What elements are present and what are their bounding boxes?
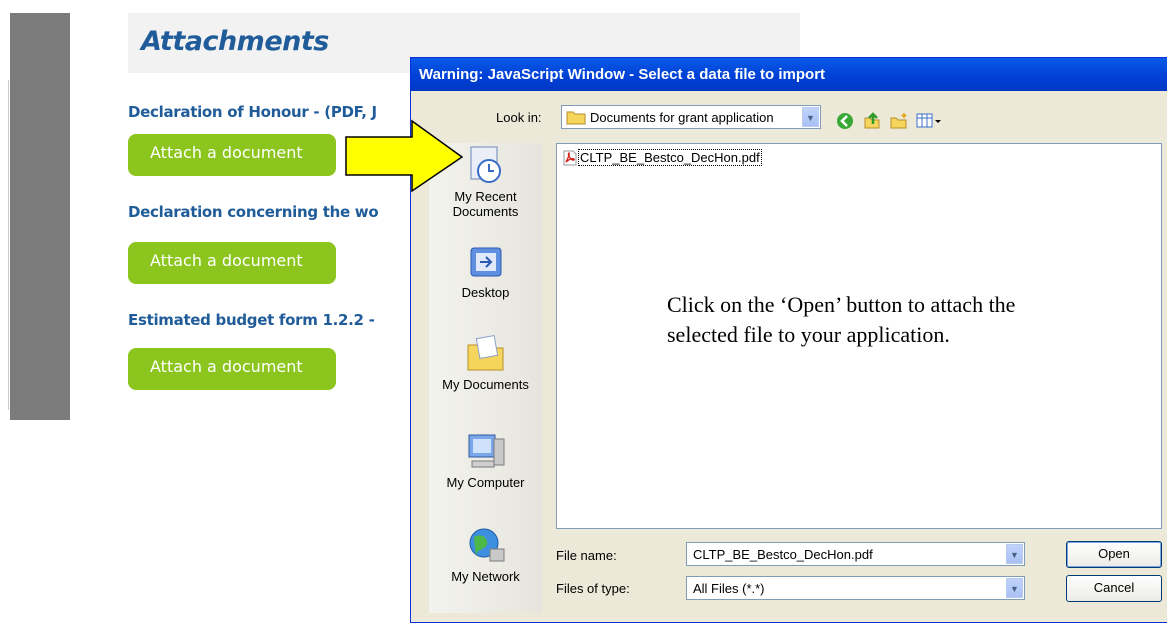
- file-type-value: All Files (*.*): [693, 581, 765, 596]
- open-button[interactable]: Open: [1066, 541, 1162, 568]
- chevron-down-icon[interactable]: ▼: [1006, 544, 1023, 564]
- place-label: My Documents: [442, 377, 529, 392]
- views-menu-icon[interactable]: [916, 112, 942, 130]
- cancel-button[interactable]: Cancel: [1066, 575, 1162, 602]
- attach-document-button-2[interactable]: Attach a document: [128, 242, 336, 284]
- up-folder-icon[interactable]: [863, 112, 881, 130]
- file-name-input[interactable]: CLTP_BE_Bestco_DecHon.pdf ▼: [686, 542, 1025, 566]
- file-type-label: Files of type:: [556, 581, 630, 596]
- place-my-computer[interactable]: My Computer: [429, 429, 542, 490]
- place-desktop[interactable]: Desktop: [429, 243, 542, 300]
- dialog-titlebar[interactable]: Warning: JavaScript Window - Select a da…: [411, 58, 1167, 91]
- pointer-arrow-annotation: [345, 119, 464, 193]
- place-my-network[interactable]: My Network: [429, 523, 542, 584]
- list-item[interactable]: CLTP_BE_Bestco_DecHon.pdf: [562, 149, 762, 166]
- folder-icon: [566, 111, 586, 125]
- look-in-label: Look in:: [496, 110, 542, 125]
- chevron-down-icon[interactable]: ▼: [802, 107, 819, 127]
- place-label: My Recent Documents: [452, 189, 519, 219]
- file-open-dialog: Warning: JavaScript Window - Select a da…: [410, 57, 1167, 623]
- left-sidebar: [10, 13, 70, 420]
- file-type-select[interactable]: All Files (*.*) ▼: [686, 576, 1025, 600]
- instruction-annotation: Click on the ‘Open’ button to attach the…: [667, 292, 1016, 347]
- my-documents-icon: [467, 335, 503, 371]
- divider: [8, 80, 9, 410]
- section-label-declaration-concerning: Declaration concerning the wo: [128, 203, 379, 221]
- desktop-icon: [470, 247, 501, 277]
- places-bar: My Recent Documents Desktop My Documents…: [429, 143, 542, 613]
- file-name-label: File name:: [556, 548, 617, 563]
- look-in-combo[interactable]: Documents for grant application ▼: [561, 105, 821, 129]
- place-label: Desktop: [461, 285, 510, 300]
- my-network-icon: [469, 528, 504, 562]
- file-name-value: CLTP_BE_Bestco_DecHon.pdf: [693, 547, 873, 562]
- file-list[interactable]: CLTP_BE_Bestco_DecHon.pdf Click on the ‘…: [556, 143, 1162, 529]
- chevron-down-icon[interactable]: ▼: [1006, 578, 1023, 598]
- recent-documents-icon: [470, 146, 501, 183]
- place-label: My Network: [451, 569, 520, 584]
- place-label: My Computer: [446, 475, 525, 490]
- new-folder-icon[interactable]: [890, 112, 908, 130]
- my-computer-icon: [468, 434, 504, 468]
- attach-document-button-3[interactable]: Attach a document: [128, 348, 336, 390]
- page-title: Attachments: [141, 26, 329, 57]
- place-my-documents[interactable]: My Documents: [429, 331, 542, 392]
- attach-document-button-1[interactable]: Attach a document: [128, 134, 336, 176]
- pdf-file-icon: [563, 150, 577, 165]
- look-in-value: Documents for grant application: [590, 110, 774, 125]
- back-icon[interactable]: [836, 112, 854, 130]
- file-name: CLTP_BE_Bestco_DecHon.pdf: [578, 149, 762, 166]
- section-label-estimated-budget: Estimated budget form 1.2.2 -: [128, 311, 375, 329]
